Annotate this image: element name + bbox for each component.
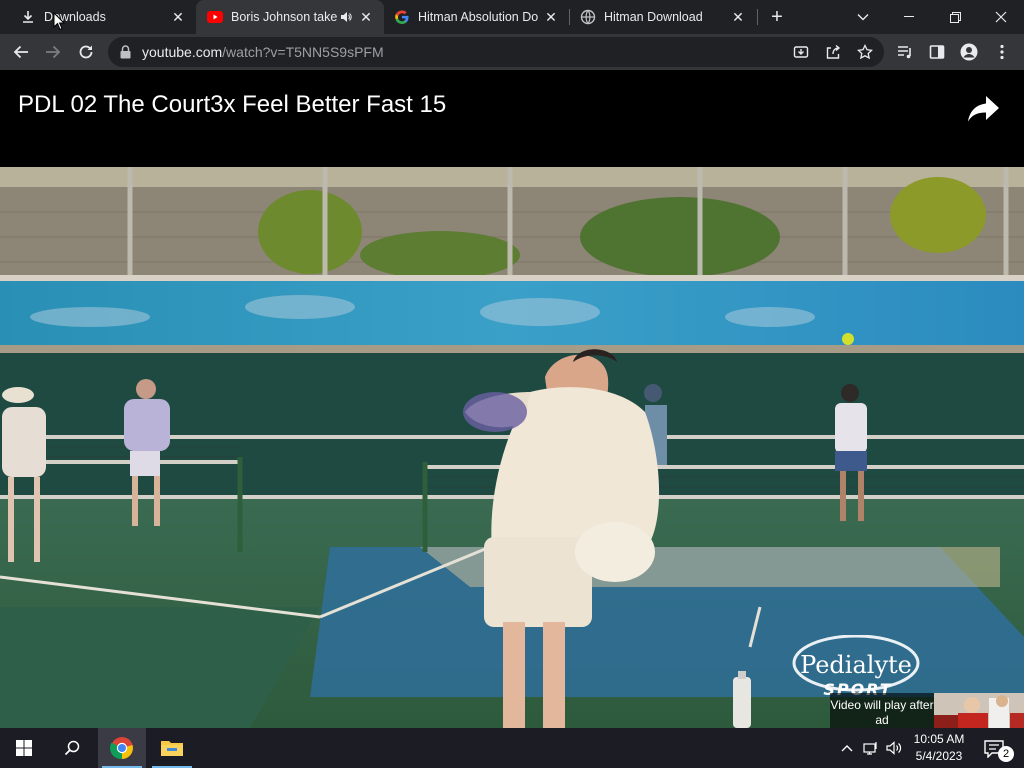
start-button[interactable]: [0, 728, 48, 768]
taskbar-file-explorer[interactable]: [148, 728, 196, 768]
download-icon: [20, 9, 36, 25]
clock-time: 10:05 AM: [913, 732, 965, 746]
close-tab-icon[interactable]: ✕: [170, 9, 186, 25]
lock-icon[interactable]: [120, 45, 131, 64]
close-tab-icon[interactable]: ✕: [730, 9, 746, 25]
url-path: /watch?v=T5NN5S9sPFM: [222, 44, 384, 60]
media-controls-icon[interactable]: [892, 39, 918, 65]
forward-button[interactable]: [40, 39, 66, 65]
close-window-button[interactable]: [978, 0, 1024, 34]
page-content: PDL 02 The Court3x Feel Better Fast 15 P…: [0, 70, 1024, 728]
bookmark-star-icon[interactable]: [853, 40, 877, 64]
system-clock[interactable]: 10:05 AM 5/4/2023: [906, 731, 972, 765]
tab-downloads[interactable]: Downloads ✕: [0, 0, 196, 34]
tab-google[interactable]: Hitman Absolution Do ✕: [384, 0, 569, 34]
minimize-button[interactable]: [886, 0, 932, 34]
taskbar-chrome[interactable]: [98, 728, 146, 768]
video-title: PDL 02 The Court3x Feel Better Fast 15: [18, 91, 447, 118]
windows-taskbar: 10:05 AM 5/4/2023 2: [0, 728, 1024, 768]
speaker-icon[interactable]: [338, 9, 354, 25]
google-icon: [394, 9, 410, 25]
back-button[interactable]: [8, 39, 34, 65]
menu-kebab-icon[interactable]: [989, 39, 1015, 65]
browser-toolbar: youtube.com/watch?v=T5NN5S9sPFM: [0, 34, 1024, 70]
restore-button[interactable]: [932, 0, 978, 34]
chrome-icon: [110, 737, 133, 760]
windows-logo-icon: [16, 740, 32, 756]
svg-text:Pedialyte: Pedialyte: [800, 651, 912, 679]
ad-notice: Video will play after ad: [830, 693, 934, 728]
network-icon[interactable]: [860, 728, 882, 768]
tab-search-button[interactable]: [840, 0, 886, 34]
search-icon: [64, 740, 80, 756]
reload-button[interactable]: [73, 39, 99, 65]
globe-icon: [580, 9, 596, 25]
notification-count-badge: 2: [998, 746, 1014, 762]
tab-youtube[interactable]: Boris Johnson take ✕: [196, 0, 384, 34]
chevron-up-icon: [841, 745, 853, 752]
next-video-thumbnail[interactable]: [934, 693, 1024, 728]
clock-date: 5/4/2023: [915, 749, 963, 763]
folder-icon: [161, 741, 183, 756]
close-tab-icon[interactable]: ✕: [543, 9, 559, 25]
side-panel-icon[interactable]: [924, 39, 950, 65]
address-bar[interactable]: youtube.com/watch?v=T5NN5S9sPFM: [108, 37, 884, 67]
profile-avatar-icon[interactable]: [956, 39, 982, 65]
pedialyte-logo: Pedialyte SPORT: [792, 635, 920, 697]
close-tab-icon[interactable]: ✕: [358, 9, 374, 25]
video-player[interactable]: Pedialyte SPORT Video will play after ad: [0, 167, 1024, 728]
url-text[interactable]: youtube.com/watch?v=T5NN5S9sPFM: [142, 44, 384, 60]
install-app-icon[interactable]: [789, 40, 813, 64]
tab-title: Hitman Download: [604, 10, 703, 24]
share-icon[interactable]: [966, 92, 1002, 124]
tab-hitman-download[interactable]: Hitman Download ✕: [570, 0, 756, 34]
tab-separator: [757, 9, 758, 25]
share-page-icon[interactable]: [821, 40, 845, 64]
new-tab-button[interactable]: +: [766, 6, 788, 28]
tab-title: Hitman Absolution Do: [418, 10, 539, 24]
youtube-icon: [207, 9, 223, 25]
search-button[interactable]: [48, 728, 96, 768]
volume-icon[interactable]: [884, 728, 904, 768]
notification-center-button[interactable]: 2: [978, 728, 1018, 768]
mouse-cursor-icon: [53, 12, 65, 31]
tab-title: Boris Johnson take: [231, 10, 338, 24]
show-hidden-icons-button[interactable]: [838, 728, 856, 768]
url-host: youtube.com: [142, 44, 223, 60]
tab-strip: Downloads ✕ Boris Johnson take ✕ Hitman …: [0, 0, 1024, 34]
